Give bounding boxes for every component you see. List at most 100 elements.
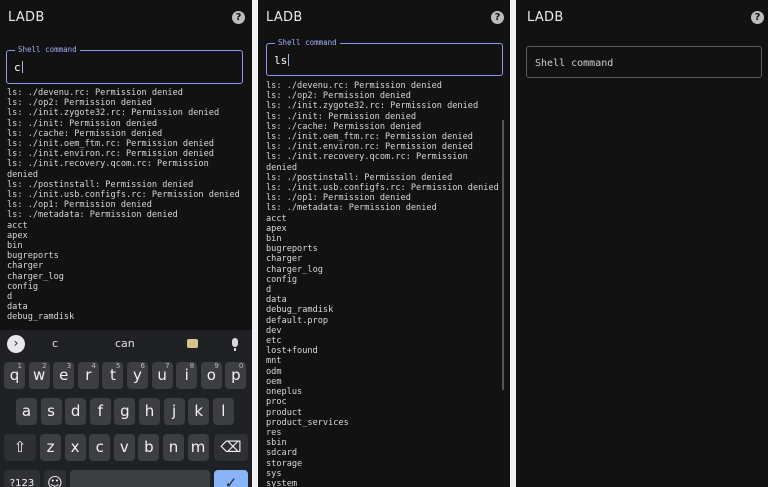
key-y[interactable]: y6 [127,362,148,389]
key-s[interactable]: s [40,398,62,425]
output-line: acct [7,220,28,231]
output-line: ls: ./postinstall: Permission denied [266,172,453,183]
key-label: f [97,402,103,420]
help-icon[interactable]: ? [751,11,764,24]
output-line: product_services [266,417,349,428]
emoji-key[interactable]: ☺ [44,470,66,487]
key-f[interactable]: f [89,398,111,425]
key-label: l [221,402,226,420]
key-c[interactable]: c [89,434,111,461]
key-label: ⇧ [13,438,27,456]
key-t[interactable]: t5 [102,362,124,389]
key-label: ⌫ [220,438,242,456]
shell-command-input[interactable]: Shell command [526,46,762,78]
output-line: ls: ./op1: Permission denied [266,193,411,204]
shell-command-value: ls [274,54,288,67]
space-key[interactable] [70,470,210,487]
key-d[interactable]: d [65,398,87,425]
output-scrollbar[interactable] [502,120,504,390]
shell-command-label: Shell command [275,38,340,47]
shell-command-label: Shell command [15,45,80,54]
key-label: ?123 [9,478,35,487]
key-k[interactable]: k [188,398,210,425]
shift-key[interactable]: ⇧ [4,434,36,461]
suggestion-item[interactable]: c [52,337,58,350]
key-m[interactable]: m [187,434,209,461]
key-v[interactable]: v [113,434,135,461]
output-line: system [266,478,298,487]
key-hint: 5 [115,362,121,370]
key-r[interactable]: r4 [77,362,99,389]
command-output: ls: ./devenu.rc: Permission denied ls: ./… [7,88,246,323]
output-line: ls: ./init.recovery.qcom.rc: Permission [7,159,209,170]
output-line: ls: ./devenu.rc: Permission denied [7,88,183,98]
key-e[interactable]: e3 [53,362,75,389]
shell-command-input[interactable]: Shell command ls [266,38,503,76]
key-label: d [70,402,81,420]
output-line: ls: ./init.oem_ftm.rc: Permission denied [7,139,214,150]
backspace-key[interactable]: ⌫ [214,434,248,461]
output-line: ls: ./init.recovery.qcom.rc: Permission [266,152,468,163]
chevron-right-icon[interactable]: › [7,335,25,353]
key-hint: 0 [238,362,244,370]
key-q[interactable]: q1 [4,362,25,389]
output-line: dev [266,325,282,336]
key-a[interactable]: a [16,398,37,425]
output-line: sdcard [266,448,298,459]
output-line: d [7,292,13,303]
key-label: k [194,402,204,420]
key-hint: 9 [214,362,219,370]
output-line: bugreports [266,244,318,255]
key-l[interactable]: l [212,398,234,425]
key-label: ☺ [47,474,63,487]
output-line: apex [266,223,287,234]
microphone-icon-stand [234,348,236,351]
key-label: a [21,402,32,420]
output-line: lost+found [266,346,318,357]
key-x[interactable]: x [64,434,86,461]
key-u[interactable]: u7 [151,362,173,389]
text-caret [288,54,290,66]
output-line: ls: ./cache: Permission denied [266,121,422,132]
output-line: ls: ./init: Permission denied [266,111,417,122]
output-line: proc [266,397,287,408]
help-icon[interactable]: ? [232,11,245,24]
suggestion-item[interactable]: can [115,337,135,350]
key-h[interactable]: h [139,398,160,425]
key-hint: 4 [91,362,96,370]
key-label: g [120,402,130,420]
key-label: x [70,438,80,456]
symbols-key[interactable]: ?123 [4,470,40,487]
key-label: m [190,438,206,456]
key-b[interactable]: b [138,434,160,461]
screen-empty: LADB ? Shell command [516,0,768,487]
output-line: mnt [266,356,282,367]
output-line: charger [7,261,44,272]
key-p[interactable]: p0 [225,362,247,389]
output-line: ls: ./init.usb.configfs.rc: Permission d… [7,190,240,201]
enter-key[interactable]: ✓ [214,470,248,487]
output-line: data [266,295,287,306]
key-label: c [95,438,104,456]
key-j[interactable]: j [163,398,185,425]
output-line: ls: ./op2: Permission denied [7,98,152,109]
key-o[interactable]: o9 [200,362,222,389]
key-i[interactable]: i8 [176,362,198,389]
on-screen-keyboard: › c can q 1 w 2 e 3 r 4 t 5 y 6 u 7 i 8 o 9 p 0 a s d f g h j k l ⇧ z x… [0,330,252,487]
key-w[interactable]: w2 [28,362,50,389]
help-icon[interactable]: ? [491,11,504,24]
microphone-icon[interactable] [232,338,238,347]
output-line: config [266,274,298,285]
key-n[interactable]: n [163,434,184,461]
output-line: denied [7,169,39,180]
key-label: s [47,402,55,420]
clipboard-icon[interactable] [187,339,198,348]
shell-command-input[interactable]: Shell command c [6,45,243,84]
output-line: ls: ./metadata: Permission denied [266,203,437,214]
output-line: default.prop [266,315,329,326]
screen-typing-command: LADB ? ls: ./devenu.rc: Permission denie… [0,0,252,487]
key-g[interactable]: g [114,398,136,425]
output-line: data [7,302,28,313]
key-z[interactable]: z [40,434,61,461]
app-title: LADB [266,10,303,25]
